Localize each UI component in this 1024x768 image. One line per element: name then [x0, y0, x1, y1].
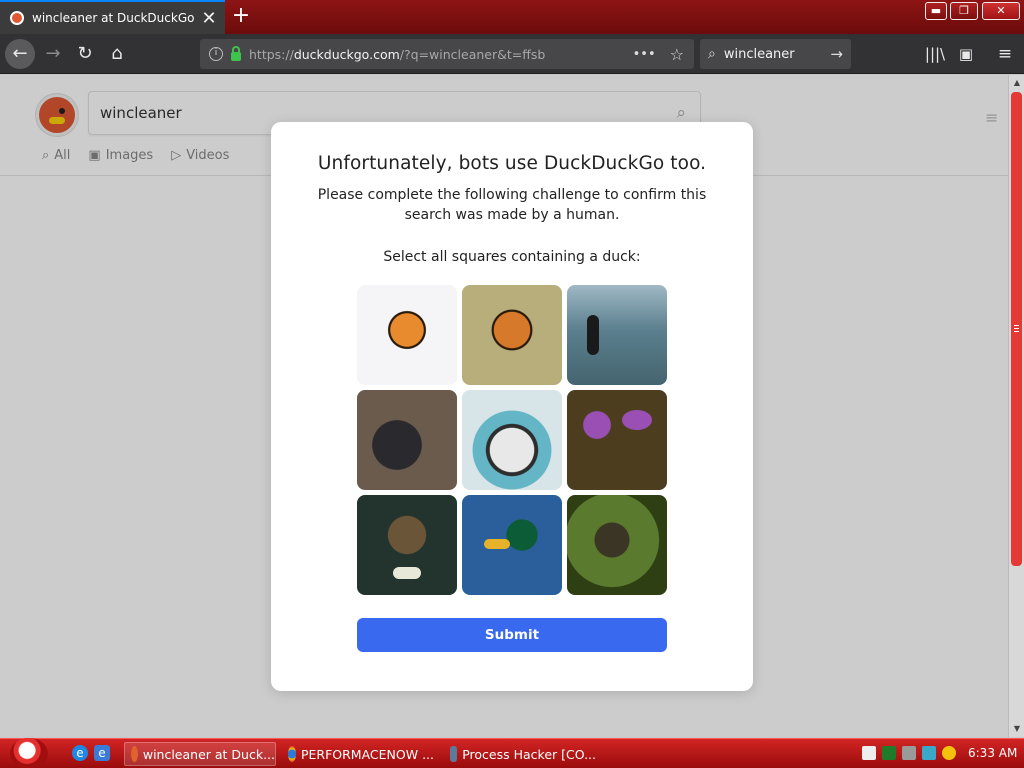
- image-tile-duck-perched[interactable]: [357, 495, 457, 595]
- challenge-instruction: Select all squares containing a duck:: [383, 249, 641, 265]
- scrollbar-thumb[interactable]: [1011, 92, 1022, 566]
- search-icon: ⌕: [708, 46, 716, 62]
- forward-button[interactable]: →: [38, 39, 68, 69]
- challenge-subheading: Please complete the following challenge …: [317, 187, 707, 223]
- tab-title: wincleaner at DuckDuckGo: [32, 11, 195, 25]
- close-window-button[interactable]: ✕: [982, 2, 1020, 20]
- taskbar: e e wincleaner at Duck... PERFORMACENOW …: [0, 738, 1024, 768]
- sidebar-icon[interactable]: ▣: [951, 39, 981, 69]
- start-button[interactable]: [10, 738, 48, 768]
- minimize-window-button[interactable]: ▬: [925, 2, 947, 20]
- reload-button[interactable]: ↻: [70, 39, 100, 69]
- search-tray-icon[interactable]: [942, 746, 956, 760]
- page-scrollbar[interactable]: ▲ ▼: [1008, 75, 1024, 737]
- firefox-icon: [131, 746, 138, 762]
- image-tile-husky-flowers[interactable]: [462, 390, 562, 490]
- keyboard-icon[interactable]: [862, 746, 876, 760]
- submit-button[interactable]: Submit: [357, 618, 667, 652]
- chrome-icon: [288, 746, 296, 762]
- image-tile-monkey-trees[interactable]: [567, 495, 667, 595]
- scroll-down-icon[interactable]: ▼: [1009, 721, 1024, 737]
- url-text[interactable]: https://duckduckgo.com/?q=wincleaner&t=f…: [249, 47, 633, 62]
- search-go-icon[interactable]: →: [830, 45, 843, 63]
- url-scheme: https://: [249, 46, 294, 62]
- internet-explorer-icon[interactable]: e: [72, 745, 88, 761]
- back-button[interactable]: ←: [5, 39, 35, 69]
- new-tab-button[interactable]: +: [228, 4, 254, 30]
- process-hacker-icon: [450, 746, 458, 762]
- taskbar-item-performacenow[interactable]: PERFORMACENOW ...: [282, 742, 434, 766]
- system-clock[interactable]: 6:33 AM: [968, 746, 1017, 760]
- home-button[interactable]: ⌂: [102, 39, 132, 69]
- title-bar: wincleaner at DuckDuckGo ✕ + ▬ ❐ ✕: [0, 0, 1024, 34]
- browser-search-input[interactable]: wincleaner: [724, 47, 831, 62]
- image-tile-penguins-water[interactable]: [567, 285, 667, 385]
- browser-tab[interactable]: wincleaner at DuckDuckGo ✕: [0, 0, 225, 34]
- network-icon[interactable]: [882, 746, 896, 760]
- bot-challenge-dialog: Unfortunately, bots use DuckDuckGo too. …: [271, 122, 753, 691]
- challenge-image-grid: [357, 285, 667, 595]
- page-actions-icon[interactable]: •••: [633, 47, 656, 62]
- system-tray: [862, 746, 956, 760]
- image-tile-black-ducks[interactable]: [357, 390, 457, 490]
- bookmark-star-icon[interactable]: ☆: [670, 45, 684, 64]
- image-tile-tiger-snow[interactable]: [357, 285, 457, 385]
- taskbar-item-duckduckgo[interactable]: wincleaner at Duck...: [124, 742, 276, 766]
- navigation-toolbar: ← → ↻ ⌂ i https://duckduckgo.com/?q=winc…: [0, 34, 1024, 74]
- library-icon[interactable]: |||\: [920, 39, 950, 69]
- image-tile-tiger-grass[interactable]: [462, 285, 562, 385]
- browser-search-bar[interactable]: ⌕ wincleaner →: [700, 39, 851, 69]
- url-path: /?q=wincleaner&t=ffsb: [399, 46, 546, 62]
- taskbar-item-label: PERFORMACENOW ...: [300, 746, 434, 762]
- restore-window-button[interactable]: ❐: [950, 2, 978, 20]
- scroll-grip-icon: [1014, 328, 1019, 329]
- duckduckgo-favicon-icon: [10, 11, 24, 25]
- tools-icon[interactable]: [902, 746, 916, 760]
- hamburger-menu-icon[interactable]: ≡: [990, 39, 1020, 69]
- site-info-icon[interactable]: i: [209, 47, 223, 61]
- image-tile-purple-orchids[interactable]: [567, 390, 667, 490]
- image-tile-mallard-water[interactable]: [462, 495, 562, 595]
- scroll-up-icon[interactable]: ▲: [1009, 75, 1024, 91]
- taskbar-item-process-hacker[interactable]: Process Hacker [CO...: [444, 742, 596, 766]
- challenge-heading: Unfortunately, bots use DuckDuckGo too.: [317, 153, 707, 174]
- secure-lock-icon: [231, 45, 241, 61]
- taskbar-item-label: wincleaner at Duck...: [142, 746, 275, 762]
- url-domain: duckduckgo.com: [293, 46, 400, 62]
- tab-close-icon[interactable]: ✕: [197, 8, 221, 29]
- taskbar-item-label: Process Hacker [CO...: [462, 746, 596, 762]
- show-desktop-icon[interactable]: e: [94, 745, 110, 761]
- monitor-icon[interactable]: [922, 746, 936, 760]
- address-bar[interactable]: i https://duckduckgo.com/?q=wincleaner&t…: [200, 39, 694, 69]
